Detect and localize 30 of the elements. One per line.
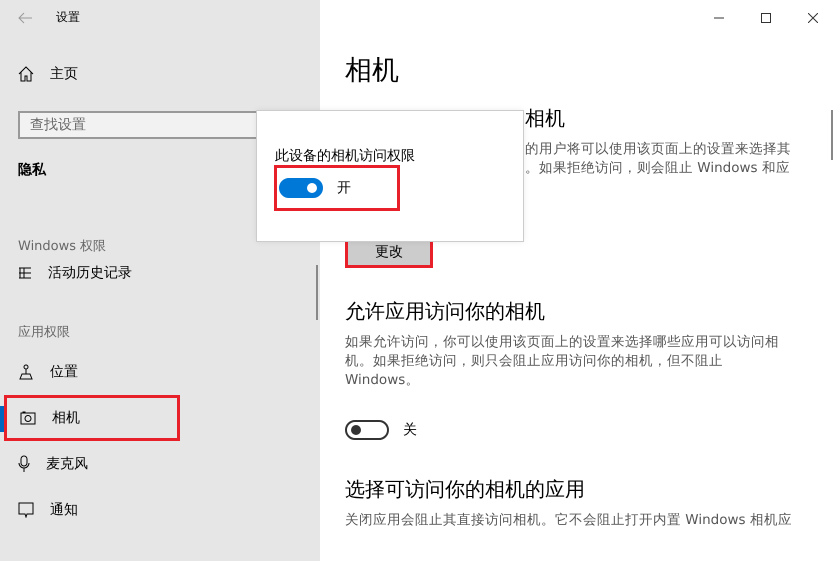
- home-icon: [18, 66, 34, 82]
- nav-item[interactable]: 活动历史记录: [0, 263, 320, 283]
- microphone-icon: [18, 455, 30, 473]
- section-heading: 选择可访问你的相机的应用: [345, 476, 586, 503]
- home-link[interactable]: 主页: [0, 51, 320, 97]
- toggle-switch[interactable]: [279, 178, 323, 198]
- back-arrow-icon[interactable]: [18, 12, 32, 24]
- window-title: 设置: [56, 9, 80, 26]
- nav-item[interactable]: 位置: [0, 349, 320, 395]
- history-icon: [18, 266, 32, 280]
- description-text: 的用户将可以使用该页面上的设置来选择其: [525, 140, 792, 159]
- toggle-switch[interactable]: [345, 420, 389, 440]
- toggle-label: 关: [403, 421, 417, 439]
- description-text: 关闭应用会阻止其直接访问相机。它不会阻止打开内置 Windows 相机应: [345, 511, 793, 530]
- home-label: 主页: [50, 65, 78, 83]
- description-text: 如果允许访问，你可以使用该页面上的设置来选择哪些应用可以访问相机。如果拒绝访问，则只会阻止应用访问你的相机，但不阻止 Windows。: [345, 333, 780, 390]
- section-heading: 允许应用访问你的相机: [345, 298, 546, 325]
- location-pin-icon: [18, 364, 34, 380]
- speech-bubble-icon: [18, 502, 34, 518]
- nav-item[interactable]: 麦克风: [0, 441, 320, 487]
- section-heading: 相机: [525, 105, 566, 132]
- group-title: Windows 权限: [18, 238, 108, 255]
- toggle-label: 开: [337, 179, 351, 197]
- popup-label: 此设备的相机访问权限: [275, 147, 416, 165]
- nav-item[interactable]: 通知: [0, 487, 320, 533]
- description-text: 。如果拒绝访问，则会阻止 Windows 和应: [525, 159, 791, 178]
- section-title: 隐私: [18, 161, 48, 179]
- page-title: 相机: [345, 54, 400, 88]
- group-title: 应用权限: [18, 324, 71, 341]
- camera-icon: [20, 411, 36, 425]
